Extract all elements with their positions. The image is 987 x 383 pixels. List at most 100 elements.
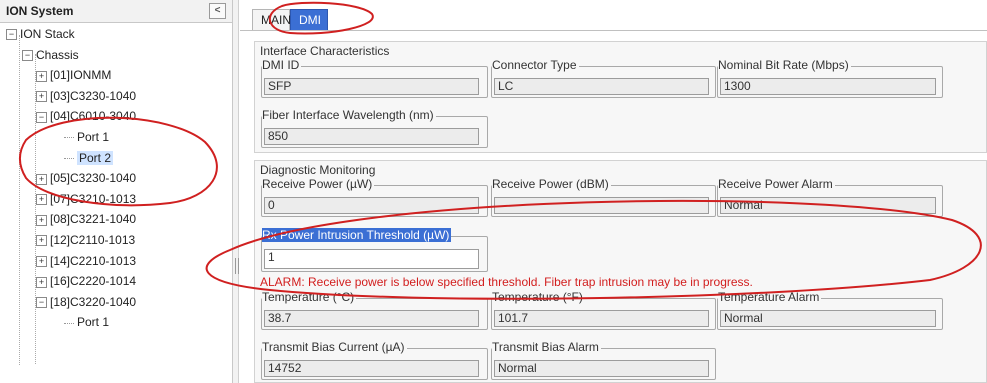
alarm-message: ALARM: Receive power is below specified …	[260, 275, 753, 289]
tree-item[interactable]: + [07]C3210-1013	[36, 189, 136, 209]
tree-item-label: [18]C3220-1040	[50, 294, 137, 309]
panel-title: ION System	[6, 4, 74, 18]
tree-item-label: Port 2	[77, 150, 114, 165]
tree-item[interactable]: + [14]C2210-1013	[36, 251, 136, 271]
tree-item-label: [05]C3230-1040	[50, 171, 137, 186]
panel-header: ION System <	[0, 0, 232, 23]
tree-item[interactable]: + [16]C2220-1014	[36, 271, 136, 291]
tree-guide-line	[19, 35, 20, 365]
temperature-f-field: Temperature (°F) 101.7	[491, 290, 716, 330]
temperature-c-value: 38.7	[264, 310, 479, 327]
tree-item-label: [12]C2110-1013	[50, 233, 136, 247]
receive-power-alarm-value: Normal	[720, 197, 936, 214]
tree-item[interactable]: + [01]IONMM	[36, 65, 111, 85]
tree-connector	[64, 157, 74, 159]
wavelength-field: Fiber Interface Wavelength (nm) 850	[261, 108, 488, 148]
nominal-bit-rate-field: Nominal Bit Rate (Mbps) 1300	[717, 58, 943, 98]
expand-icon[interactable]: +	[36, 91, 47, 103]
expand-icon[interactable]: +	[36, 235, 47, 247]
field-label: Temperature Alarm	[718, 290, 822, 304]
collapse-icon[interactable]: −	[36, 111, 47, 123]
tree-item[interactable]: − Chassis	[22, 45, 79, 65]
tree-item-label: Port 1	[77, 315, 110, 330]
group-title: Interface Characteristics	[260, 44, 390, 58]
splitter-grip-icon	[235, 258, 239, 274]
field-label: Temperature (°C)	[262, 290, 357, 304]
expand-icon[interactable]: +	[36, 214, 47, 226]
receive-power-uw-field: Receive Power (µW) 0	[261, 177, 488, 217]
tree-item-label: [08]C3221-1040	[50, 212, 137, 227]
tree-item-label: [01]IONMM	[50, 68, 112, 83]
connector-type-value: LC	[494, 78, 709, 95]
tab-bar: MAIN DMI	[240, 0, 987, 31]
collapse-icon[interactable]: −	[22, 49, 33, 61]
field-label: Connector Type	[492, 58, 579, 72]
rx-threshold-field: Rx Power Intrusion Threshold (µW) 1	[261, 228, 488, 272]
expand-icon[interactable]: +	[36, 173, 47, 185]
tree-item-label: Chassis	[36, 47, 79, 62]
expand-icon[interactable]: +	[36, 255, 47, 267]
tree-item[interactable]: + [05]C3230-1040	[36, 168, 136, 188]
tree-item-label: [03]C3230-1040	[50, 88, 137, 103]
temperature-alarm-value: Normal	[720, 310, 936, 327]
field-label: Nominal Bit Rate (Mbps)	[718, 58, 851, 72]
bias-alarm-value: Normal	[494, 360, 709, 377]
tree-connector	[64, 137, 74, 139]
tree-item[interactable]: − ION Stack	[6, 24, 75, 44]
expand-icon[interactable]: +	[36, 70, 47, 82]
diagnostic-monitoring-group: Diagnostic Monitoring Receive Power (µW)…	[254, 160, 987, 383]
tab-main[interactable]: MAIN	[252, 9, 291, 30]
dmi-id-field: DMI ID SFP	[261, 58, 488, 98]
bias-alarm-field: Transmit Bias Alarm Normal	[491, 340, 716, 380]
panel-splitter[interactable]	[233, 0, 239, 383]
collapse-icon[interactable]: −	[36, 297, 47, 309]
dmi-id-value: SFP	[264, 78, 479, 95]
field-label: Transmit Bias Current (µA)	[262, 340, 407, 354]
tree-item[interactable]: − [04]C6010-3040	[36, 106, 136, 126]
tree-item[interactable]: Port 1	[64, 127, 109, 147]
content-panel: MAIN DMI Interface Characteristics DMI I…	[240, 0, 987, 383]
field-label: Fiber Interface Wavelength (nm)	[262, 108, 436, 122]
connector-type-field: Connector Type LC	[491, 58, 716, 98]
tree-item-label: [04]C6010-3040	[50, 109, 137, 124]
nominal-bit-rate-value: 1300	[720, 78, 936, 95]
tree-item[interactable]: + [03]C3230-1040	[36, 86, 136, 106]
tab-dmi[interactable]: DMI	[290, 9, 328, 30]
field-label: Receive Power (µW)	[262, 177, 375, 191]
wavelength-value: 850	[264, 128, 479, 145]
field-label: DMI ID	[262, 58, 302, 72]
temperature-alarm-field: Temperature Alarm Normal	[717, 290, 943, 330]
tree-item-label: [07]C3210-1013	[50, 191, 137, 206]
field-label: Receive Power Alarm	[718, 177, 835, 191]
field-label: Receive Power (dBM)	[492, 177, 611, 191]
temperature-f-value: 101.7	[494, 310, 709, 327]
tree-item[interactable]: + [08]C3221-1040	[36, 209, 136, 229]
bias-current-value: 14752	[264, 360, 479, 377]
tree-item-label: ION Stack	[20, 27, 75, 41]
field-label: Rx Power Intrusion Threshold (µW)	[262, 228, 452, 242]
collapse-icon[interactable]: −	[6, 29, 17, 41]
field-label: Transmit Bias Alarm	[492, 340, 601, 354]
tree-item-label: Port 1	[77, 130, 110, 144]
collapse-panel-button[interactable]: <	[209, 3, 226, 19]
tree-item-label: [14]C2210-1013	[50, 253, 137, 268]
group-title: Diagnostic Monitoring	[260, 163, 376, 177]
receive-power-dbm-field: Receive Power (dBM)	[491, 177, 716, 217]
tree-item[interactable]: Port 1	[64, 312, 109, 332]
expand-icon[interactable]: +	[36, 194, 47, 206]
receive-power-alarm-field: Receive Power Alarm Normal	[717, 177, 943, 217]
rx-threshold-input[interactable]: 1	[264, 249, 479, 269]
receive-power-dbm-value	[494, 197, 709, 214]
temperature-c-field: Temperature (°C) 38.7	[261, 290, 488, 330]
bias-current-field: Transmit Bias Current (µA) 14752	[261, 340, 488, 380]
tree-item[interactable]: + [12]C2110-1013	[36, 230, 135, 250]
device-tree-panel: ION System < − ION Stack − Chassis + [01]IONM…	[0, 0, 233, 383]
tree-item[interactable]: − [18]C3220-1040	[36, 292, 136, 312]
receive-power-uw-value: 0	[264, 197, 479, 214]
field-label: Temperature (°F)	[492, 290, 585, 304]
tree-item-label: [16]C2220-1014	[50, 274, 137, 289]
expand-icon[interactable]: +	[36, 276, 47, 288]
tree-item[interactable]: Port 2	[64, 148, 114, 168]
interface-characteristics-group: Interface Characteristics DMI ID SFP Con…	[254, 41, 987, 153]
tree-connector	[64, 322, 74, 324]
